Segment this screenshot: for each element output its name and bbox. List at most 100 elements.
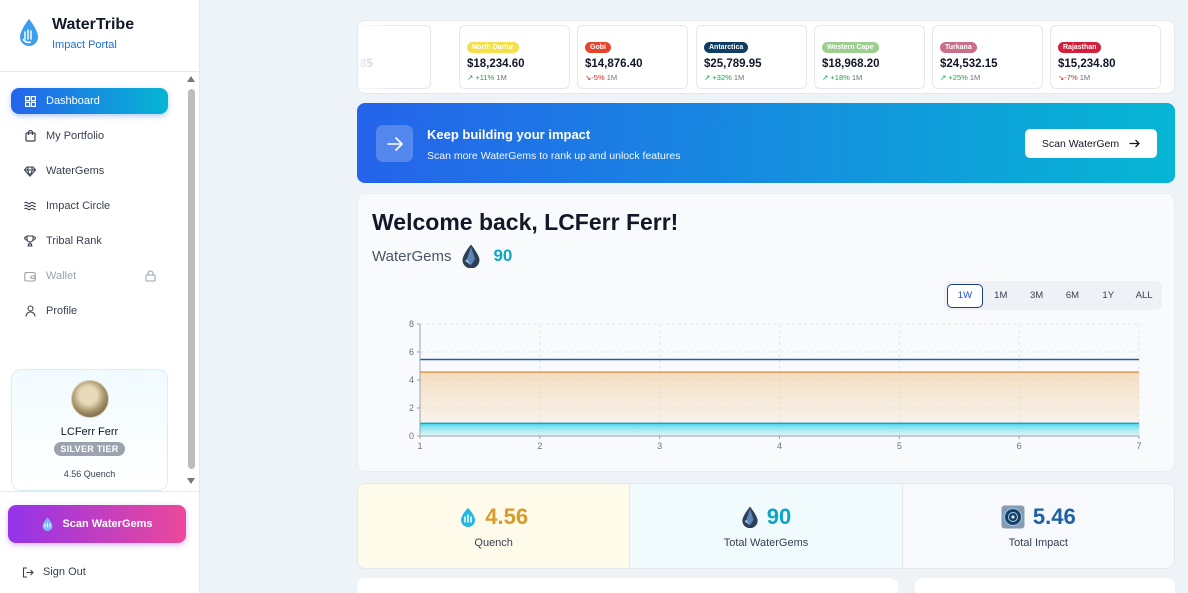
divider	[0, 71, 199, 72]
x-tick-label: 1	[417, 441, 422, 451]
quench-value: 4.56	[485, 504, 529, 529]
region-ticker: 3,567.85 8% 1M North Darfur $18,234.60 ↗…	[357, 20, 1175, 94]
ticker-period: 1M	[969, 73, 981, 82]
watergems-value: 90	[493, 246, 513, 265]
sidebar-item-tribal-rank[interactable]: Tribal Rank	[11, 228, 168, 254]
bag-icon	[24, 130, 36, 142]
range-1w-button[interactable]: 1W	[947, 283, 983, 308]
impact-line-chart: 0 2 4 6 8 1 2 3 4 5 6 7	[409, 319, 1142, 451]
sidebar-item-wallet: Wallet	[11, 263, 168, 289]
flame-icon	[461, 508, 476, 527]
sidebar-item-impact-circle[interactable]: Impact Circle	[11, 193, 168, 219]
total-watergems-label: Total WaterGems	[723, 537, 809, 549]
ticker-change: -5%	[591, 73, 605, 82]
content-card	[915, 578, 1175, 593]
range-all-button[interactable]: ALL	[1126, 284, 1162, 308]
trend-up-icon: ↗	[822, 73, 829, 82]
scroll-down-arrow-icon[interactable]	[187, 478, 195, 484]
y-tick-label: 0	[409, 431, 414, 441]
user-icon	[24, 305, 36, 317]
x-tick-label: 6	[1017, 441, 1022, 451]
ticker-card[interactable]: Rajasthan $15,234.80 ↘-7% 1M	[1050, 25, 1161, 89]
total-impact-stat: 5.46 Total Impact	[902, 484, 1174, 568]
ticker-period: 1M	[496, 73, 507, 82]
scan-watergems-button[interactable]: Scan WaterGems	[8, 505, 186, 543]
grid-icon	[24, 95, 36, 107]
profile-quench: 4.56 Quench	[63, 469, 116, 479]
sidebar-item-label: Dashboard	[46, 95, 100, 107]
quench-label: Quench	[474, 537, 513, 549]
arrow-right-icon	[376, 125, 413, 162]
sidebar-item-label: My Portfolio	[46, 130, 105, 142]
ticker-card[interactable]: North Darfur $18,234.60 ↗ +11% 1M	[459, 25, 570, 89]
impact-banner: Keep building your impact Scan more Wate…	[357, 103, 1175, 183]
ticker-price: $18,234.60	[467, 58, 525, 70]
sidebar-item-profile[interactable]: Profile	[11, 298, 168, 324]
ticker-change: +18%	[830, 73, 850, 82]
trophy-icon	[24, 235, 36, 247]
ticker-price: $24,532.15	[940, 58, 998, 70]
region-badge: Antarctica	[704, 42, 749, 53]
sidebar-item-label: WaterGems	[46, 165, 105, 177]
total-impact-value: 5.46	[1032, 504, 1076, 529]
scan-watergem-button[interactable]: Scan WaterGem	[1025, 129, 1157, 158]
ticker-card[interactable]: Gobi $14,876.40 ↘-5% 1M	[577, 25, 688, 89]
sidebar-item-label: Impact Circle	[46, 200, 111, 212]
ticker-period: 1M	[606, 73, 618, 82]
brand-name: WaterTribe	[52, 16, 135, 33]
ticker-change: -7%	[1064, 73, 1078, 82]
total-impact-label: Total Impact	[1008, 537, 1068, 549]
ticker-period: 1M	[851, 73, 863, 82]
quench-stat: 4.56 Quench	[358, 484, 631, 568]
content-card	[357, 578, 898, 593]
sidebar-scrollbar[interactable]	[186, 74, 196, 486]
scrollbar-thumb[interactable]	[188, 89, 195, 469]
brand-subtitle: Impact Portal	[52, 39, 117, 51]
series-area	[420, 423, 1139, 436]
profile-card[interactable]: LCFerr Ferr SILVER TIER 4.56 Quench	[11, 369, 168, 491]
sign-out-icon	[22, 566, 34, 578]
sidebar-item-dashboard[interactable]: Dashboard	[11, 88, 168, 114]
region-badge: Rajasthan	[1058, 42, 1102, 53]
sidebar-item-label: Tribal Rank	[46, 235, 102, 247]
avatar	[70, 380, 109, 418]
banner-title: Keep building your impact	[427, 127, 591, 142]
divider	[0, 491, 199, 492]
ticker-card[interactable]: Turkana $24,532.15 ↗ +25% 1M	[932, 25, 1043, 89]
y-tick-label: 4	[409, 375, 414, 385]
ticker-fade-right	[1158, 21, 1174, 93]
range-1m-button[interactable]: 1M	[983, 284, 1019, 308]
ticker-period: 1M	[1079, 73, 1091, 82]
sidebar-item-watergems[interactable]: WaterGems	[11, 158, 168, 184]
gem-icon	[742, 506, 758, 528]
x-tick-label: 5	[897, 441, 902, 451]
sidebar-item-label: Wallet	[46, 270, 77, 282]
trend-up-icon: ↗	[704, 73, 711, 82]
tier-badge: SILVER TIER	[54, 442, 125, 456]
ticker-period: 1M	[733, 73, 745, 82]
brand[interactable]: WaterTribe Impact Portal	[16, 14, 134, 51]
ticker-card[interactable]: Western Cape $18,968.20 ↗ +18% 1M	[814, 25, 925, 89]
sidebar-item-label: Profile	[46, 305, 78, 317]
sidebar-item-my-portfolio[interactable]: My Portfolio	[11, 123, 168, 149]
ticker-card[interactable]: Antarctica $25,789.95 ↗ +32% 1M	[696, 25, 807, 89]
sign-out-link[interactable]: Sign Out	[22, 566, 86, 578]
x-tick-label: 4	[777, 441, 782, 451]
time-range-selector: 1W 1M 3M 6M 1Y ALL	[944, 281, 1162, 310]
region-badge: Gobi	[585, 42, 611, 53]
scan-watergem-label: Scan WaterGem	[1041, 137, 1120, 150]
hand-water-icon	[42, 517, 53, 531]
arrow-right-icon	[1129, 139, 1141, 148]
trend-up-icon: ↗	[940, 73, 947, 82]
welcome-card: Welcome back, LCFerr Ferr! WaterGems 90 …	[357, 193, 1175, 472]
range-6m-button[interactable]: 6M	[1055, 284, 1091, 308]
range-1y-button[interactable]: 1Y	[1090, 284, 1126, 308]
region-badge: Turkana	[940, 42, 977, 53]
region-badge: Western Cape	[822, 42, 879, 53]
scroll-up-arrow-icon[interactable]	[187, 76, 195, 82]
watergems-label: WaterGems	[372, 247, 452, 265]
range-3m-button[interactable]: 3M	[1019, 284, 1055, 308]
sidebar-nav: Dashboard My Portfolio WaterGems Impact …	[11, 88, 168, 333]
x-tick-label: 2	[537, 441, 542, 451]
sidebar: WaterTribe Impact Portal Dashboard My Po…	[0, 0, 200, 593]
